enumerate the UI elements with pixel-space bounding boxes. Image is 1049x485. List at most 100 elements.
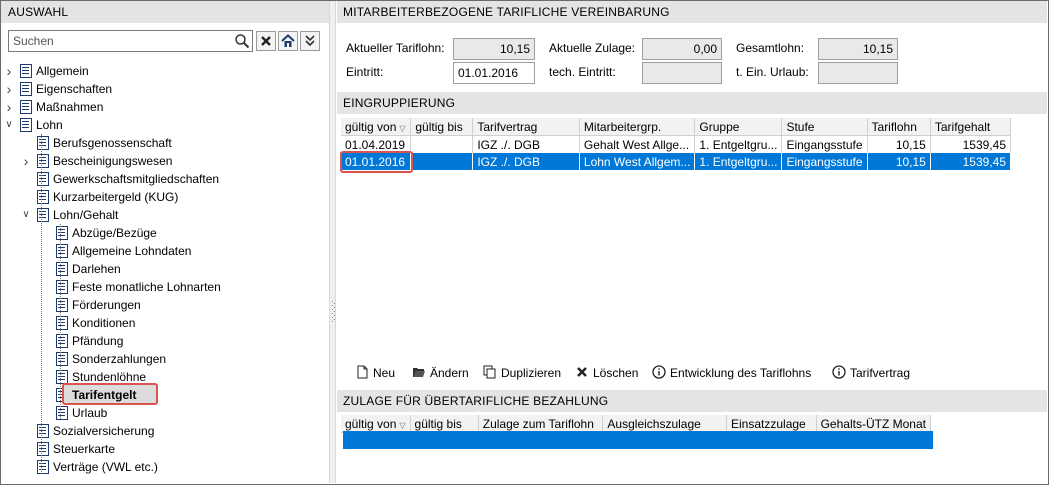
tree-item[interactable]: Pfändung <box>1 332 321 350</box>
column-header[interactable]: gültig von ▽ <box>341 118 412 136</box>
document-icon <box>56 298 68 312</box>
eintritt-field[interactable]: 01.01.2016 <box>453 62 535 84</box>
tree-item[interactable]: Feste monatliche Lohnarten <box>1 278 321 296</box>
column-header[interactable]: gültig von ▽ <box>341 415 411 433</box>
column-header-label: Tarifvertrag <box>477 119 538 134</box>
tree-item[interactable]: ∨ Lohn <box>1 116 321 134</box>
tree-item-label: Bescheinigungswesen <box>53 154 173 168</box>
gesamtlohn-field[interactable]: 10,15 <box>818 38 898 60</box>
chevron-right-icon[interactable]: › <box>3 98 15 116</box>
aktueller-tariflohn-field[interactable]: 10,15 <box>453 38 535 60</box>
table-cell[interactable]: IGZ ./. DGB <box>472 153 580 170</box>
new-document-icon <box>357 365 368 379</box>
chevron-right-icon[interactable]: › <box>3 80 15 98</box>
table-cell[interactable] <box>410 135 474 153</box>
tree-item[interactable]: Kurzarbeitergeld (KUG) <box>1 188 321 206</box>
column-header[interactable]: Stufe <box>781 118 868 136</box>
aendern-button[interactable]: Ändern <box>412 363 469 383</box>
t-ein-urlaub-field[interactable] <box>818 62 898 84</box>
tree-item[interactable]: Sonderzahlungen <box>1 350 321 368</box>
table-cell[interactable]: 10,15 <box>867 135 931 153</box>
tree-item-label: Tarifentgelt <box>72 388 137 402</box>
tree-item[interactable]: Förderungen <box>1 296 321 314</box>
document-icon <box>56 244 68 258</box>
column-header[interactable]: Zulage zum Tariflohn <box>478 415 604 433</box>
tree-item[interactable]: Konditionen <box>1 314 321 332</box>
t-ein-urlaub-label: t. Ein. Urlaub: <box>736 65 809 79</box>
chevron-down-icon[interactable]: ∨ <box>20 206 32 224</box>
tree-item[interactable]: Berufsgenossenschaft <box>1 134 321 152</box>
duplizieren-label: Duplizieren <box>501 366 562 380</box>
tree-item[interactable]: › Maßnahmen <box>1 98 321 116</box>
tree-item[interactable]: › Bescheinigungswesen <box>1 152 321 170</box>
document-icon <box>37 208 49 222</box>
tree-item[interactable]: ∨ Lohn/Gehalt <box>1 206 321 224</box>
column-header-label: Einsatzzulage <box>731 416 806 431</box>
table-row[interactable]: 01.01.2016 IGZ ./. DGB Lohn West Allgem...… <box>341 153 1012 170</box>
table-cell[interactable]: IGZ ./. DGB <box>472 135 580 153</box>
tree-item-label: Eigenschaften <box>36 82 113 96</box>
tree-item-label: Lohn/Gehalt <box>53 208 119 222</box>
aendern-label: Ändern <box>430 366 469 380</box>
tree-item[interactable]: Stundenlöhne <box>1 368 321 386</box>
column-header[interactable]: Tarifvertrag <box>472 118 580 136</box>
table-cell[interactable]: 1. Entgeltgru... <box>694 153 783 170</box>
table-cell[interactable]: 1539,45 <box>930 135 1012 153</box>
document-icon <box>20 82 32 96</box>
tree-item-label: Maßnahmen <box>36 100 104 114</box>
column-header[interactable]: Gruppe <box>694 118 783 136</box>
neu-button[interactable]: Neu <box>355 363 395 383</box>
aktuelle-zulage-field[interactable]: 0,00 <box>642 38 722 60</box>
entwicklung-tariflohn-button[interactable]: Entwicklung des Tariflohns <box>652 363 811 383</box>
table-cell[interactable]: Eingangsstufe <box>781 153 868 170</box>
tree-item[interactable]: Urlaub <box>1 404 321 422</box>
column-header[interactable]: Tarifgehalt <box>930 118 1012 136</box>
table-cell[interactable]: Lohn West Allgem... <box>579 153 696 170</box>
chevron-down-icon[interactable]: ∨ <box>3 116 15 134</box>
tree-item[interactable]: Verträge (VWL etc.) <box>1 458 321 476</box>
document-icon <box>37 424 49 438</box>
column-header-label: Ausgleichszulage <box>607 416 701 431</box>
sort-icon: ▽ <box>399 420 406 430</box>
tree-item-label: Allgemeine Lohndaten <box>72 244 192 258</box>
tree-item-label: Gewerkschaftsmitgliedschaften <box>53 172 220 186</box>
tree-item[interactable]: Sozialversicherung <box>1 422 321 440</box>
table-row[interactable]: 01.04.2019 IGZ ./. DGB Gehalt West Allge..… <box>341 135 1012 153</box>
duplizieren-button[interactable]: Duplizieren <box>483 363 561 383</box>
tree-item[interactable]: Abzüge/Bezüge <box>1 224 321 242</box>
column-header[interactable]: Tariflohn <box>867 118 931 136</box>
table-cell[interactable]: Eingangsstufe <box>781 135 868 153</box>
zulage-empty-selected-row[interactable] <box>343 431 933 449</box>
selected-cell-highlight <box>340 151 413 173</box>
column-header[interactable]: Einsatzzulage <box>726 415 817 433</box>
column-header[interactable]: Ausgleichszulage <box>602 415 727 433</box>
tree-item[interactable]: › Eigenschaften <box>1 80 321 98</box>
tree-item[interactable]: Allgemeine Lohndaten <box>1 242 321 260</box>
column-header[interactable]: Gehalts-ÜTZ Monat <box>816 415 932 433</box>
column-header[interactable]: gültig bis <box>410 118 474 136</box>
column-header[interactable]: Mitarbeitergrp. <box>579 118 696 136</box>
table-cell[interactable] <box>410 153 474 170</box>
table-cell[interactable]: Gehalt West Allge... <box>579 135 696 153</box>
tree-item[interactable]: › Allgemein <box>1 62 321 80</box>
column-header[interactable]: gültig bis <box>410 415 479 433</box>
chevron-right-icon[interactable]: › <box>20 152 32 170</box>
section-title-eingruppierung: EINGRUPPIERUNG <box>337 92 1047 114</box>
tech-eintritt-field[interactable] <box>642 62 722 84</box>
tree-item[interactable]: Tarifentgelt <box>1 386 321 404</box>
tree-item[interactable]: Gewerkschaftsmitgliedschaften <box>1 170 321 188</box>
tree-item[interactable]: Steuerkarte <box>1 440 321 458</box>
aktuelle-zulage-label: Aktuelle Zulage: <box>549 41 636 55</box>
chevron-right-icon[interactable]: › <box>3 62 15 80</box>
panel-splitter[interactable] <box>329 1 336 483</box>
gesamtlohn-label: Gesamtlohn: <box>736 41 805 55</box>
tarifvertrag-button[interactable]: Tarifvertrag <box>832 363 910 383</box>
document-icon <box>56 280 68 294</box>
table-cell[interactable]: 1539,45 <box>930 153 1012 170</box>
tree-item[interactable]: Darlehen <box>1 260 321 278</box>
tree-item-label: Förderungen <box>72 298 141 312</box>
table-cell[interactable]: 1. Entgeltgru... <box>694 135 783 153</box>
tree-item-label: Lohn <box>36 118 63 132</box>
table-cell[interactable]: 10,15 <box>867 153 931 170</box>
loeschen-button[interactable]: Löschen <box>575 363 638 383</box>
